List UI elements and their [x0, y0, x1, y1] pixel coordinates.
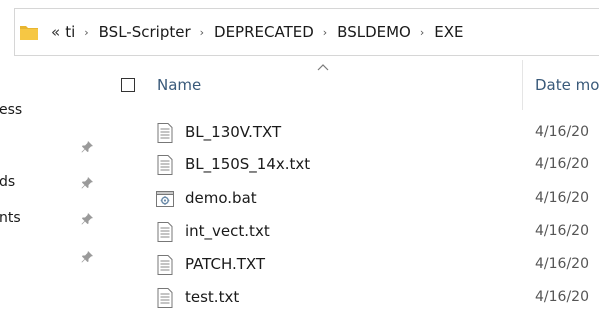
nav-item-quick-access[interactable]: ess — [0, 98, 106, 122]
navigation-pane: ess ds nts — [0, 60, 106, 324]
breadcrumb-exe[interactable]: EXE — [434, 23, 463, 41]
file-name: int_vect.txt — [185, 222, 270, 240]
file-row[interactable]: demo.bat 4/16/20 — [106, 182, 599, 215]
pin-icon[interactable] — [80, 176, 94, 190]
nav-item-label: nts — [0, 210, 21, 226]
file-date-modified: 4/16/20 — [535, 190, 589, 206]
batch-file-icon — [156, 191, 174, 207]
breadcrumb-bsldemo[interactable]: BSLDEMO — [337, 23, 411, 41]
text-file-icon — [157, 155, 173, 175]
text-file-icon — [157, 222, 173, 242]
file-date-modified: 4/16/20 — [535, 223, 589, 239]
pin-icon[interactable] — [80, 250, 94, 264]
file-name: PATCH.TXT — [185, 255, 266, 273]
file-date-modified: 4/16/20 — [535, 124, 589, 140]
sort-ascending-icon — [317, 64, 329, 71]
file-name: test.txt — [185, 288, 240, 306]
nav-item-label: ds — [0, 174, 16, 190]
text-file-icon — [157, 288, 173, 308]
file-name: demo.bat — [185, 189, 257, 207]
file-name: BL_150S_14x.txt — [185, 155, 311, 173]
pin-icon[interactable] — [80, 140, 94, 154]
nav-item-label: ess — [0, 102, 23, 118]
breadcrumb-chevron-icon[interactable]: › — [323, 26, 327, 39]
pin-icon[interactable] — [80, 212, 94, 226]
breadcrumb-chevron-icon[interactable]: › — [84, 26, 88, 39]
file-name: BL_130V.TXT — [185, 123, 282, 141]
nav-item-documents[interactable]: nts — [0, 206, 106, 230]
column-header-name[interactable]: Name — [157, 76, 201, 94]
breadcrumb-overflow-button[interactable]: « — [51, 23, 60, 41]
column-header-date-modified[interactable]: Date mo — [535, 76, 599, 94]
column-divider[interactable] — [522, 60, 523, 110]
address-bar[interactable]: « ti › BSL-Scripter › DEPRECATED › BSLDE… — [14, 8, 599, 56]
column-header: Name Date mo — [106, 60, 599, 110]
nav-item-downloads[interactable]: ds — [0, 170, 106, 194]
file-list: BL_130V.TXT 4/16/20 BL_150S_14x.txt 4/16… — [106, 112, 599, 324]
file-date-modified: 4/16/20 — [535, 156, 589, 172]
select-all-checkbox[interactable] — [121, 78, 135, 92]
text-file-icon — [157, 255, 173, 275]
text-file-icon — [157, 123, 173, 143]
breadcrumb-deprecated[interactable]: DEPRECATED — [214, 23, 314, 41]
file-row[interactable]: BL_150S_14x.txt 4/16/20 — [106, 148, 599, 181]
file-row[interactable]: test.txt 4/16/20 — [106, 281, 599, 314]
folder-icon — [15, 8, 43, 56]
file-explorer-window: « ti › BSL-Scripter › DEPRECATED › BSLDE… — [0, 0, 599, 324]
file-row[interactable]: BL_130V.TXT 4/16/20 — [106, 116, 599, 149]
breadcrumb-bsl-scripter[interactable]: BSL-Scripter — [99, 23, 191, 41]
breadcrumb-ti[interactable]: ti — [65, 23, 75, 41]
nav-item-pictures[interactable] — [0, 244, 106, 268]
file-date-modified: 4/16/20 — [535, 289, 589, 305]
nav-item-pinned[interactable] — [0, 134, 106, 158]
file-row[interactable]: int_vect.txt 4/16/20 — [106, 215, 599, 248]
breadcrumb-chevron-icon[interactable]: › — [420, 26, 424, 39]
breadcrumb-chevron-icon[interactable]: › — [200, 26, 204, 39]
file-date-modified: 4/16/20 — [535, 256, 589, 272]
file-row[interactable]: PATCH.TXT 4/16/20 — [106, 248, 599, 281]
